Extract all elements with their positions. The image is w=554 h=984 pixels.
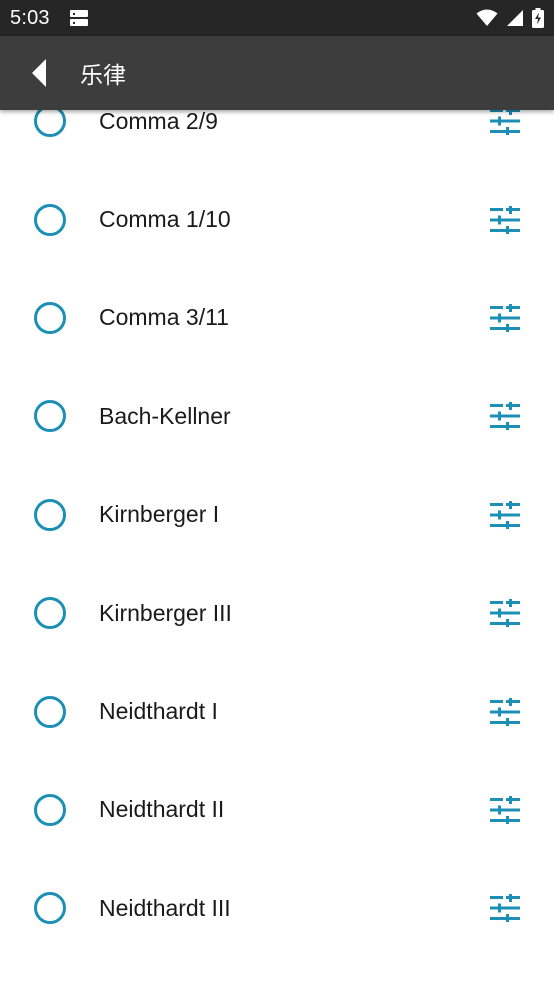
tune-icon[interactable] <box>490 402 520 431</box>
tune-icon[interactable] <box>490 110 520 136</box>
temperament-label: Comma 3/11 <box>99 304 229 331</box>
status-bar: 5:03 <box>0 0 554 36</box>
tune-icon[interactable] <box>490 205 520 234</box>
app-bar: 乐律 <box>0 36 554 110</box>
tune-icon[interactable] <box>490 894 520 923</box>
temperament-label: Comma 1/10 <box>99 206 231 233</box>
list-item[interactable]: Comma 1/10 <box>0 170 554 268</box>
tune-icon[interactable] <box>490 500 520 529</box>
back-button[interactable] <box>0 36 80 110</box>
battery-charging-icon <box>532 8 544 28</box>
tune-icon[interactable] <box>490 303 520 332</box>
temperament-label: Bach-Kellner <box>99 402 231 429</box>
radio-button[interactable] <box>34 400 66 433</box>
temperament-label: Neidthardt I <box>99 698 218 725</box>
tune-icon[interactable] <box>490 795 520 824</box>
list-item[interactable]: Bach-Kellner <box>0 367 554 465</box>
tune-icon[interactable] <box>490 697 520 726</box>
radio-button[interactable] <box>34 892 66 925</box>
temperament-label: Kirnberger I <box>99 501 220 528</box>
radio-button[interactable] <box>34 695 66 728</box>
list-item[interactable]: Neidthardt II <box>0 761 554 859</box>
radio-button[interactable] <box>34 498 66 531</box>
temperament-label: Kirnberger III <box>99 599 232 626</box>
list-item[interactable]: Kirnberger I <box>0 466 554 564</box>
temperament-label: Comma 2/9 <box>99 110 218 134</box>
signal-icon <box>507 10 523 26</box>
temperament-label: Neidthardt II <box>99 796 225 823</box>
list-item[interactable]: Comma 3/11 <box>0 269 554 367</box>
radio-button[interactable] <box>34 597 66 630</box>
list-item[interactable]: Neidthardt I <box>0 662 554 760</box>
list-item[interactable]: Kirnberger III <box>0 564 554 662</box>
temperament-list[interactable]: Comma 2/9 Comma 1/10 Comma 3/11 Bach-Kel… <box>0 110 554 984</box>
radio-button[interactable] <box>34 793 66 826</box>
status-time: 5:03 <box>10 6 50 29</box>
radio-button[interactable] <box>34 301 66 334</box>
temperament-label: Neidthardt III <box>99 894 231 921</box>
wifi-icon <box>476 9 498 26</box>
list-item[interactable]: Comma 2/9 <box>0 110 554 170</box>
list-item[interactable]: Neidthardt III <box>0 859 554 957</box>
status-icons <box>476 8 544 28</box>
storage-notification-icon <box>69 10 88 26</box>
page-title: 乐律 <box>80 63 126 89</box>
tune-icon[interactable] <box>490 599 520 628</box>
radio-button[interactable] <box>34 203 66 236</box>
radio-button[interactable] <box>34 110 66 138</box>
back-arrow-icon <box>32 59 46 87</box>
